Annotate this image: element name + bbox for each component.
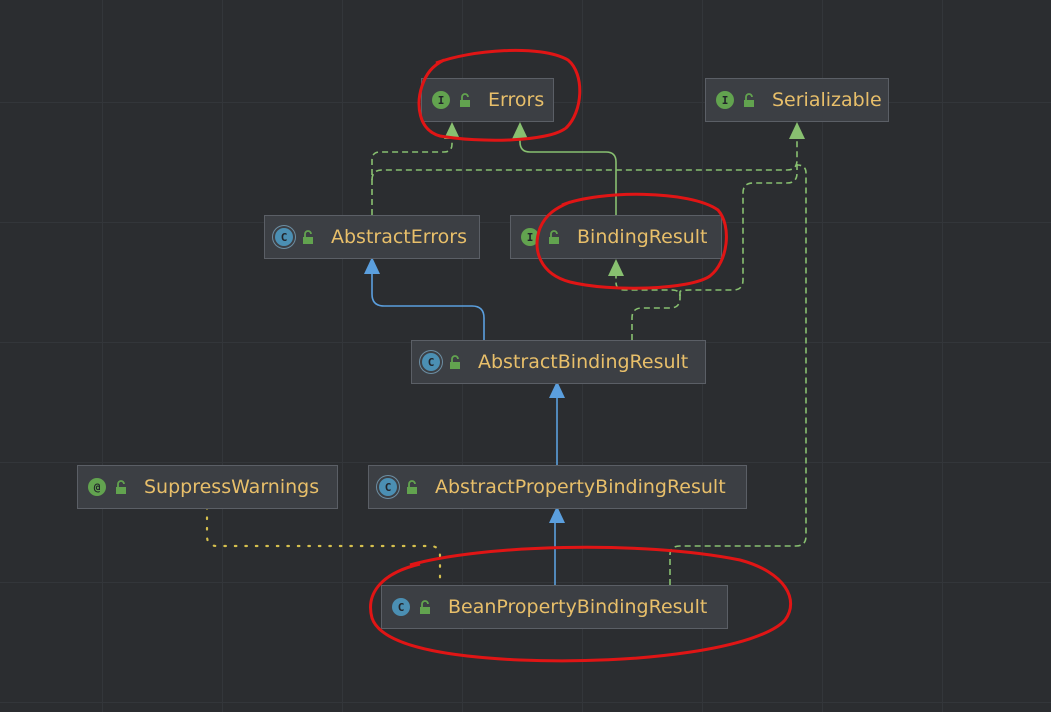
class-name: Serializable: [772, 89, 882, 111]
class-node-abstractpropertybindingresult[interactable]: C AbstractPropertyBindingResult: [368, 465, 747, 509]
class-node-abstracterrors[interactable]: C AbstractErrors: [264, 215, 480, 259]
class-icon: C: [392, 598, 410, 616]
edge-arrowhead: [512, 122, 528, 139]
annotation-icon: @: [88, 478, 106, 496]
unlocked-padlock-icon: [407, 480, 417, 494]
class-node-errors[interactable]: I Errors: [421, 78, 554, 122]
class-name: BindingResult: [577, 226, 708, 248]
abstract-class-icon: C: [275, 228, 293, 246]
class-node-suppresswarnings[interactable]: @ SuppressWarnings: [77, 465, 338, 509]
edge-abstracterrors-implements-serializable: [371, 137, 798, 181]
class-name: AbstractBindingResult: [478, 351, 689, 373]
class-node-serializable[interactable]: I Serializable: [705, 78, 889, 122]
edge-beanpropertybindingresult-annotated-suppresswarnings: [205, 505, 442, 587]
interface-icon: I: [521, 228, 539, 246]
class-name: Errors: [488, 89, 545, 111]
unlocked-padlock-icon: [744, 93, 754, 107]
abstract-class-icon: C: [379, 478, 397, 496]
class-node-abstractbindingresult[interactable]: C AbstractBindingResult: [411, 340, 706, 384]
edge-arrowhead: [608, 259, 624, 276]
class-node-bindingresult[interactable]: I BindingResult: [510, 215, 722, 259]
class-name: BeanPropertyBindingResult: [448, 596, 708, 618]
unlocked-padlock-icon: [549, 230, 559, 244]
unlocked-padlock-icon: [460, 93, 470, 107]
abstract-class-icon: C: [422, 353, 440, 371]
interface-icon: I: [716, 91, 734, 109]
unlocked-padlock-icon: [116, 480, 126, 494]
unlocked-padlock-icon: [420, 600, 430, 614]
edge-bindingresult-extends-errors: [519, 137, 617, 215]
edge-arrowhead: [789, 122, 805, 139]
edge-abstractbindingresult-implements-bindingresult: [615, 276, 681, 340]
edge-arrowhead: [444, 122, 460, 139]
class-name: AbstractPropertyBindingResult: [435, 476, 726, 498]
edge-abstractbindingresult-extends-abstracterrors: [371, 272, 485, 340]
class-node-beanpropertybindingresult[interactable]: C BeanPropertyBindingResult: [381, 585, 728, 629]
class-name: SuppressWarnings: [144, 476, 320, 498]
edge-abstracterrors-implements-errors: [371, 137, 453, 215]
interface-icon: I: [432, 91, 450, 109]
edge-arrowhead: [364, 257, 380, 274]
class-name: AbstractErrors: [331, 226, 467, 248]
unlocked-padlock-icon: [450, 355, 460, 369]
unlocked-padlock-icon: [303, 230, 313, 244]
